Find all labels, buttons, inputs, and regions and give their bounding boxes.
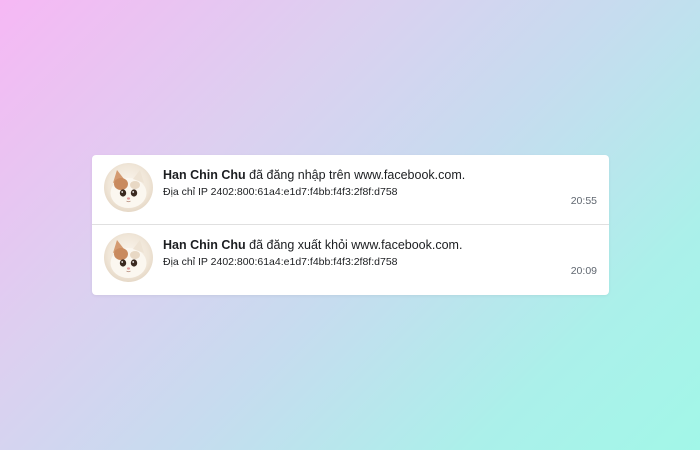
cat-avatar-icon[interactable] [104,233,153,282]
notification-message: đã đăng xuất khỏi www.facebook.com. [245,238,463,252]
notification-card: Han Chin Chu đã đăng nhập trên www.faceb… [92,155,609,295]
user-name[interactable]: Han Chin Chu [163,168,246,182]
notification-time: 20:55 [570,195,597,207]
notification-text: Han Chin Chu đã đăng nhập trên www.faceb… [163,168,465,182]
notification-item-logout[interactable]: Han Chin Chu đã đăng xuất khỏi www.faceb… [92,225,609,294]
notification-time: 20:09 [570,265,597,277]
notification-text: Han Chin Chu đã đăng xuất khỏi www.faceb… [163,238,462,252]
ip-address-text: Địa chỉ IP 2402:800:61a4:e1d7:f4bb:f4f3:… [163,186,398,198]
notification-item-login[interactable]: Han Chin Chu đã đăng nhập trên www.faceb… [92,155,609,224]
cat-avatar-icon[interactable] [104,163,153,212]
notification-message: đã đăng nhập trên www.facebook.com. [245,168,466,182]
ip-address-text: Địa chỉ IP 2402:800:61a4:e1d7:f4bb:f4f3:… [163,256,398,268]
user-name[interactable]: Han Chin Chu [163,238,246,252]
